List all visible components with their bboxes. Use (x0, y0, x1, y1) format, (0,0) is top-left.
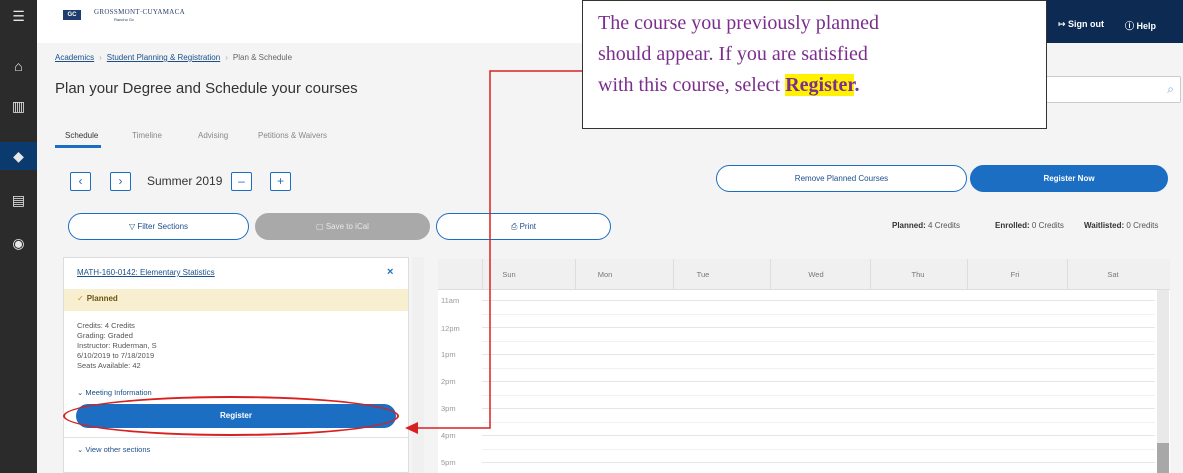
app-root: ☰ ⌂ ▥ ◆ ▤ ◉ GC GROSSMONT·CUYAMACA Rancho… (0, 0, 1183, 473)
register-highlight: Register (785, 74, 855, 96)
instruction-callout-text: The course you previously planned should… (598, 12, 880, 96)
